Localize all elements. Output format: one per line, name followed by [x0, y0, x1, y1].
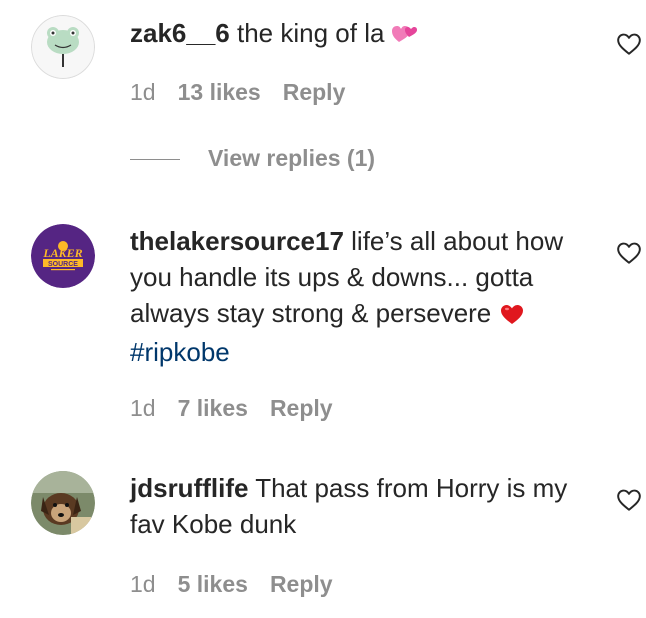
laker-source-logo-icon: LAKER SOURCE [31, 224, 95, 288]
comment-time: 1d [130, 79, 156, 105]
comment-time: 1d [130, 395, 156, 421]
view-replies-button[interactable]: View replies (1) [130, 145, 375, 172]
red-heart-icon [499, 298, 525, 334]
like-heart-icon[interactable] [616, 487, 642, 513]
like-heart-icon[interactable] [616, 31, 642, 57]
comment-time: 1d [130, 571, 156, 597]
likes-count[interactable]: 5 likes [178, 571, 248, 597]
comment-username[interactable]: zak6__6 [130, 18, 230, 48]
comment-text: the king of la [237, 18, 385, 48]
svg-text:SOURCE: SOURCE [48, 261, 78, 268]
like-heart-icon[interactable] [616, 240, 642, 266]
svg-text:LAKER: LAKER [42, 246, 82, 260]
avatar-zak6[interactable] [31, 15, 95, 79]
comment-meta: 1d 7 likes Reply [130, 395, 355, 422]
avatar-jdsrufflife[interactable] [31, 471, 95, 535]
comment-username[interactable]: jdsrufflife [130, 473, 248, 503]
likes-count[interactable]: 13 likes [178, 79, 261, 105]
comment-body: jdsrufflife That pass from Horry is my f… [130, 470, 590, 542]
comment-meta: 1d 5 likes Reply [130, 571, 355, 598]
frog-avatar-icon [31, 15, 95, 79]
hashtag-link[interactable]: #ripkobe [130, 337, 230, 367]
divider-line [130, 159, 180, 161]
dog-avatar-icon [31, 471, 95, 535]
view-replies-label: View replies (1) [208, 145, 376, 171]
comment-username[interactable]: thelakersource17 [130, 226, 344, 256]
comment-meta: 1d 13 likes Reply [130, 79, 367, 106]
reply-button[interactable]: Reply [270, 395, 333, 421]
reply-button[interactable]: Reply [270, 571, 333, 597]
avatar-thelakersource17[interactable]: LAKER SOURCE [31, 224, 95, 288]
comment-body: zak6__6 the king of la [130, 15, 590, 54]
comment-body: thelakersource17 life’s all about how yo… [130, 223, 590, 370]
reply-button[interactable]: Reply [283, 79, 346, 105]
two-hearts-icon [391, 18, 418, 54]
likes-count[interactable]: 7 likes [178, 395, 248, 421]
